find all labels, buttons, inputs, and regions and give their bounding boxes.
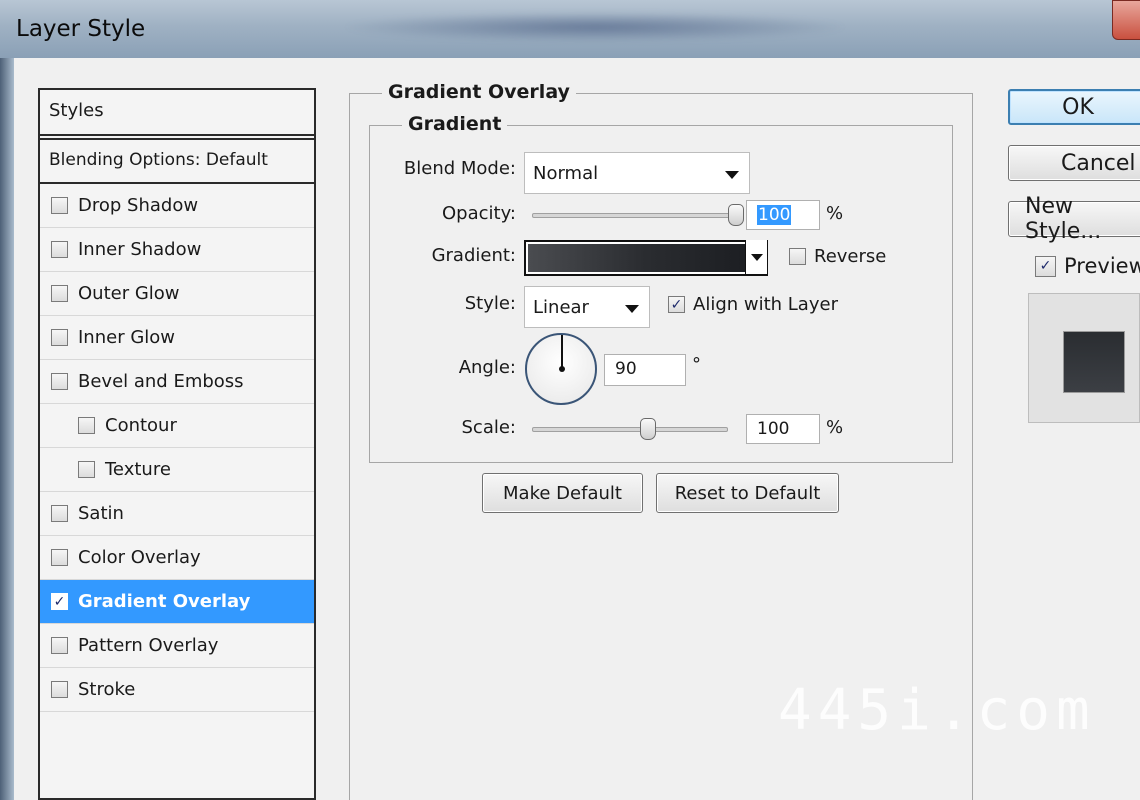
reverse-checkbox-row[interactable]: Reverse: [789, 246, 886, 267]
align-with-layer-label: Align with Layer: [693, 294, 838, 315]
opacity-slider-thumb[interactable]: [728, 204, 744, 226]
preview-checkbox[interactable]: ✓: [1035, 255, 1056, 277]
scale-slider-thumb[interactable]: [639, 418, 656, 440]
style-item-label: Bevel and Emboss: [78, 371, 244, 392]
opacity-slider-track[interactable]: [532, 213, 738, 218]
reset-to-default-button[interactable]: Reset to Default: [656, 473, 839, 513]
style-item-color-overlay[interactable]: Color Overlay: [40, 536, 314, 580]
style-item-checkbox[interactable]: [51, 637, 68, 654]
blend-mode-value: Normal: [533, 163, 599, 184]
cancel-button[interactable]: Cancel: [1008, 145, 1140, 181]
style-items-list: Drop Shadow Inner Shadow Outer Glow Inner G…: [40, 184, 314, 712]
style-item-checkbox[interactable]: [78, 417, 95, 434]
style-item-bevel-and-emboss[interactable]: Bevel and Emboss: [40, 360, 314, 404]
chevron-down-icon: [625, 305, 639, 313]
style-select[interactable]: Linear: [524, 286, 650, 328]
gradient-subgroup-title: Gradient: [402, 113, 508, 135]
window-frame-left: [0, 58, 14, 800]
style-item-contour[interactable]: Contour: [40, 404, 314, 448]
gradient-label: Gradient:: [431, 245, 516, 266]
blurred-title-area: [340, 12, 850, 42]
ok-button[interactable]: OK: [1008, 89, 1140, 125]
style-item-label: Outer Glow: [78, 283, 180, 304]
blending-options-item[interactable]: Blending Options: Default: [40, 140, 314, 184]
style-item-inner-shadow[interactable]: Inner Shadow: [40, 228, 314, 272]
angle-value: 90: [615, 359, 637, 379]
watermark-text: 445i.com: [778, 678, 1096, 743]
gradient-preview[interactable]: [528, 244, 764, 272]
new-style-button[interactable]: New Style...: [1008, 194, 1140, 244]
style-item-label: Contour: [105, 415, 177, 436]
style-item-label: Satin: [78, 503, 124, 524]
angle-dial[interactable]: [525, 333, 597, 405]
style-value: Linear: [533, 297, 589, 318]
style-item-checkbox[interactable]: [51, 373, 68, 390]
style-item-checkbox[interactable]: ✓: [51, 593, 68, 610]
scale-value: 100: [757, 419, 790, 439]
opacity-unit: %: [826, 203, 844, 224]
style-item-label: Inner Glow: [78, 327, 176, 348]
preview-label: Preview: [1064, 254, 1140, 278]
style-item-stroke[interactable]: Stroke: [40, 668, 314, 712]
style-item-drop-shadow[interactable]: Drop Shadow: [40, 184, 314, 228]
style-item-label: Color Overlay: [78, 547, 201, 568]
style-item-checkbox[interactable]: [51, 549, 68, 566]
style-item-satin[interactable]: Satin: [40, 492, 314, 536]
style-item-label: Gradient Overlay: [78, 591, 251, 612]
chevron-down-icon: [725, 171, 739, 179]
align-with-layer-checkbox[interactable]: ✓: [668, 296, 685, 313]
style-item-label: Inner Shadow: [78, 239, 202, 260]
scale-slider-track[interactable]: [532, 427, 728, 432]
preview-checkbox-row[interactable]: ✓ Preview: [1035, 254, 1140, 278]
align-with-layer-row[interactable]: ✓ Align with Layer: [668, 294, 838, 315]
gradient-dropdown-icon[interactable]: [745, 240, 767, 274]
blend-mode-label: Blend Mode:: [403, 158, 516, 179]
angle-label: Angle:: [458, 357, 516, 378]
angle-center-dot: [559, 366, 565, 372]
style-item-label: Stroke: [78, 679, 136, 700]
window-title: Layer Style: [16, 16, 146, 42]
style-item-checkbox[interactable]: [78, 461, 95, 478]
style-item-checkbox[interactable]: [51, 197, 68, 214]
gradient-picker[interactable]: [524, 240, 768, 276]
style-preview: [1028, 293, 1140, 423]
style-item-checkbox[interactable]: [51, 505, 68, 522]
reverse-checkbox[interactable]: [789, 248, 806, 265]
style-item-label: Drop Shadow: [78, 195, 199, 216]
style-item-inner-glow[interactable]: Inner Glow: [40, 316, 314, 360]
scale-input[interactable]: 100: [746, 414, 820, 444]
preview-swatch: [1063, 331, 1125, 393]
angle-unit: °: [692, 354, 701, 375]
style-item-checkbox[interactable]: [51, 285, 68, 302]
opacity-value: 100: [757, 205, 792, 225]
scale-label: Scale:: [461, 417, 517, 438]
close-button[interactable]: [1112, 0, 1140, 40]
opacity-input[interactable]: 100: [746, 200, 820, 230]
style-item-label: Texture: [105, 459, 171, 480]
style-item-gradient-overlay[interactable]: ✓ Gradient Overlay: [40, 580, 314, 624]
style-item-texture[interactable]: Texture: [40, 448, 314, 492]
style-item-outer-glow[interactable]: Outer Glow: [40, 272, 314, 316]
style-item-label: Pattern Overlay: [78, 635, 219, 656]
styles-list-panel: Styles Blending Options: Default Drop Sh…: [38, 88, 316, 800]
angle-needle: [561, 335, 563, 369]
angle-input[interactable]: 90: [604, 354, 686, 386]
title-bar: Layer Style: [0, 0, 1140, 58]
style-label: Style:: [464, 293, 516, 314]
style-item-checkbox[interactable]: [51, 681, 68, 698]
blend-mode-select[interactable]: Normal: [524, 152, 750, 194]
style-item-pattern-overlay[interactable]: Pattern Overlay: [40, 624, 314, 668]
scale-unit: %: [826, 417, 844, 438]
opacity-label: Opacity:: [442, 203, 516, 224]
style-item-checkbox[interactable]: [51, 241, 68, 258]
style-item-checkbox[interactable]: [51, 329, 68, 346]
styles-header[interactable]: Styles: [40, 90, 314, 136]
make-default-button[interactable]: Make Default: [482, 473, 643, 513]
reverse-label: Reverse: [814, 246, 887, 267]
gradient-overlay-title: Gradient Overlay: [382, 81, 576, 103]
